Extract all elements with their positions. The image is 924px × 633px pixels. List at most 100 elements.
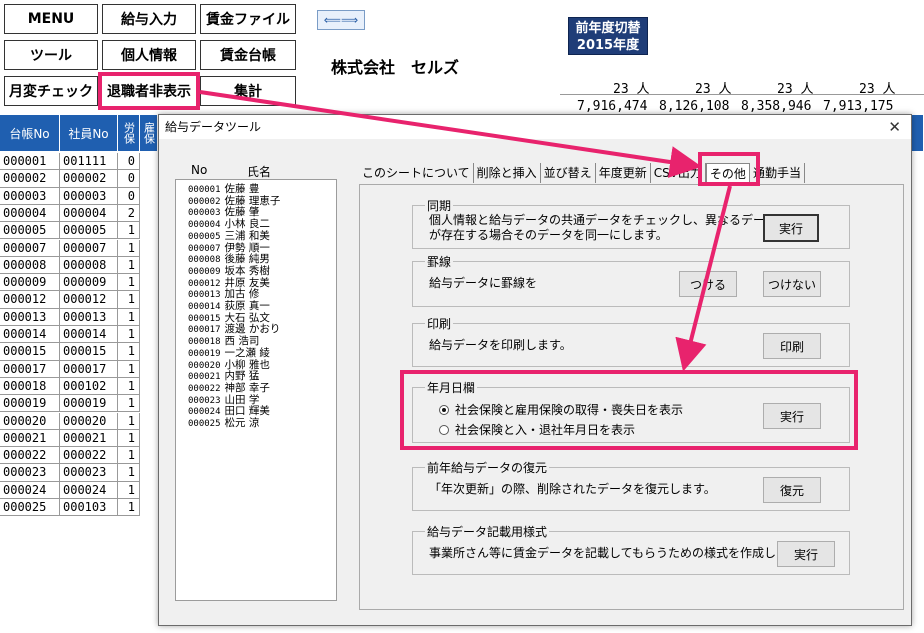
list-item[interactable]: 000022 神部 幸子	[188, 383, 336, 395]
salary-input-button[interactable]: 給与入力	[102, 4, 196, 34]
summary-button[interactable]: 集計	[200, 76, 296, 106]
table-cell[interactable]: 000022	[0, 447, 60, 465]
table-cell[interactable]: 000019	[0, 395, 60, 413]
table-cell[interactable]: 000003	[0, 187, 60, 205]
table-cell[interactable]: 1	[118, 429, 140, 448]
table-cell[interactable]: 000023	[60, 464, 118, 482]
table-row[interactable]: 000001 001111 0	[0, 153, 158, 171]
table-cell[interactable]: 000005	[60, 222, 118, 240]
table-cell[interactable]: 000021	[60, 429, 118, 448]
table-cell[interactable]: 1	[118, 360, 140, 378]
list-item[interactable]: 000020 小柳 雅也	[188, 359, 336, 372]
employee-list[interactable]: 000001 佐藤 豊 000002 佐藤 理恵子 000003 佐藤 肇 000004 小林…	[175, 179, 337, 601]
table-cell[interactable]: 1	[118, 412, 140, 430]
personal-info-button[interactable]: 個人情報	[102, 40, 196, 70]
table-cell[interactable]: 000009	[60, 274, 118, 292]
tab-delete-insert[interactable]: 削除と挿入	[474, 163, 541, 183]
table-cell[interactable]: 000020	[0, 412, 60, 430]
table-row[interactable]: 000002 000002 0	[0, 170, 158, 188]
table-cell[interactable]: 000013	[0, 308, 60, 326]
wage-ledger-button[interactable]: 賃金台帳	[200, 40, 296, 70]
table-row[interactable]: 000007 000007 1	[0, 239, 158, 257]
table-row[interactable]: 000023 000023 1	[0, 464, 158, 482]
table-row[interactable]: 000025 000103 1	[0, 499, 158, 517]
table-cell[interactable]: 1	[118, 222, 140, 240]
prev-year-switch-button[interactable]: 前年度切替 2015年度	[568, 17, 648, 55]
list-item[interactable]: 000012 井原 友美	[188, 277, 336, 290]
table-cell[interactable]: 1	[118, 326, 140, 344]
table-cell[interactable]: 0	[118, 187, 140, 205]
table-cell[interactable]: 000025	[0, 499, 60, 517]
table-cell[interactable]: 000018	[0, 377, 60, 396]
restore-button[interactable]: 復元	[763, 477, 821, 503]
table-cell[interactable]: 000024	[60, 481, 118, 499]
table-cell[interactable]: 1	[118, 377, 140, 396]
tools-button[interactable]: ツール	[4, 40, 98, 70]
list-item[interactable]: 000024 田口 輝美	[188, 406, 336, 418]
table-cell[interactable]: 1	[118, 343, 140, 361]
table-cell[interactable]: 1	[118, 239, 140, 257]
table-row[interactable]: 000008 000008 1	[0, 256, 158, 275]
table-cell[interactable]: 1	[118, 499, 140, 517]
table-cell[interactable]: 000015	[60, 343, 118, 361]
table-cell[interactable]: 000020	[60, 412, 118, 430]
monthly-change-check-button[interactable]: 月変チェック	[4, 76, 98, 106]
table-cell[interactable]: 1	[118, 395, 140, 413]
table-cell[interactable]: 1	[118, 464, 140, 482]
table-cell[interactable]: 000103	[60, 499, 118, 517]
table-row[interactable]: 000024 000024 1	[0, 481, 158, 499]
print-button[interactable]: 印刷	[763, 333, 821, 359]
table-cell[interactable]: 000007	[60, 239, 118, 257]
table-cell[interactable]: 2	[118, 204, 140, 223]
tab-year-update[interactable]: 年度更新	[596, 163, 651, 183]
table-cell[interactable]: 000024	[0, 481, 60, 499]
table-cell[interactable]: 1	[118, 308, 140, 326]
table-cell[interactable]: 001111	[60, 153, 118, 171]
table-cell[interactable]: 0	[118, 170, 140, 188]
table-cell[interactable]: 000013	[60, 308, 118, 326]
table-cell[interactable]: 1	[118, 274, 140, 292]
list-item[interactable]: 000025 松元 涼	[188, 418, 336, 430]
table-cell[interactable]: 0	[118, 153, 140, 171]
table-row[interactable]: 000014 000014 1	[0, 326, 158, 344]
table-cell[interactable]: 000007	[0, 239, 60, 257]
table-row[interactable]: 000020 000020 1	[0, 412, 158, 430]
format-execute-button[interactable]: 実行	[777, 541, 835, 567]
table-row[interactable]: 000009 000009 1	[0, 274, 158, 292]
close-icon[interactable]: ✕	[888, 115, 901, 139]
table-cell[interactable]: 000017	[0, 360, 60, 378]
table-cell[interactable]: 000001	[0, 153, 60, 171]
table-row[interactable]: 000012 000012 1	[0, 291, 158, 309]
tab-sort[interactable]: 並び替え	[541, 163, 596, 183]
list-item[interactable]: 000002 佐藤 理恵子	[188, 195, 336, 208]
table-cell[interactable]: 1	[118, 256, 140, 275]
menu-button[interactable]: MENU	[4, 4, 98, 34]
table-cell[interactable]: 000012	[0, 291, 60, 309]
table-row[interactable]: 000018 000102 1	[0, 377, 158, 396]
table-cell[interactable]: 000009	[0, 274, 60, 292]
table-cell[interactable]: 000014	[0, 326, 60, 344]
table-cell[interactable]: 000015	[0, 343, 60, 361]
wage-file-button[interactable]: 賃金ファイル	[200, 4, 296, 34]
table-cell[interactable]: 000102	[60, 377, 118, 396]
sync-execute-button[interactable]: 実行	[763, 214, 819, 242]
add-lines-button[interactable]: つける	[679, 271, 737, 297]
table-row[interactable]: 000004 000004 2	[0, 204, 158, 223]
table-cell[interactable]: 000004	[0, 204, 60, 223]
list-item[interactable]: 000017 渡邊 かおり	[188, 324, 336, 336]
table-cell[interactable]: 000002	[60, 170, 118, 188]
table-cell[interactable]: 000003	[60, 187, 118, 205]
tab-about-sheet[interactable]: このシートについて	[359, 163, 474, 183]
table-row[interactable]: 000015 000015 1	[0, 343, 158, 361]
table-cell[interactable]: 1	[118, 481, 140, 499]
swap-arrow-button[interactable]: ⟸⟹	[317, 10, 365, 30]
table-cell[interactable]: 000021	[0, 429, 60, 448]
table-cell[interactable]: 000008	[0, 256, 60, 275]
table-cell[interactable]: 000004	[60, 204, 118, 223]
table-cell[interactable]: 000022	[60, 447, 118, 465]
table-cell[interactable]: 000019	[60, 395, 118, 413]
table-row[interactable]: 000003 000003 0	[0, 187, 158, 205]
table-row[interactable]: 000019 000019 1	[0, 395, 158, 413]
table-cell[interactable]: 000023	[0, 464, 60, 482]
table-cell[interactable]: 000005	[0, 222, 60, 240]
